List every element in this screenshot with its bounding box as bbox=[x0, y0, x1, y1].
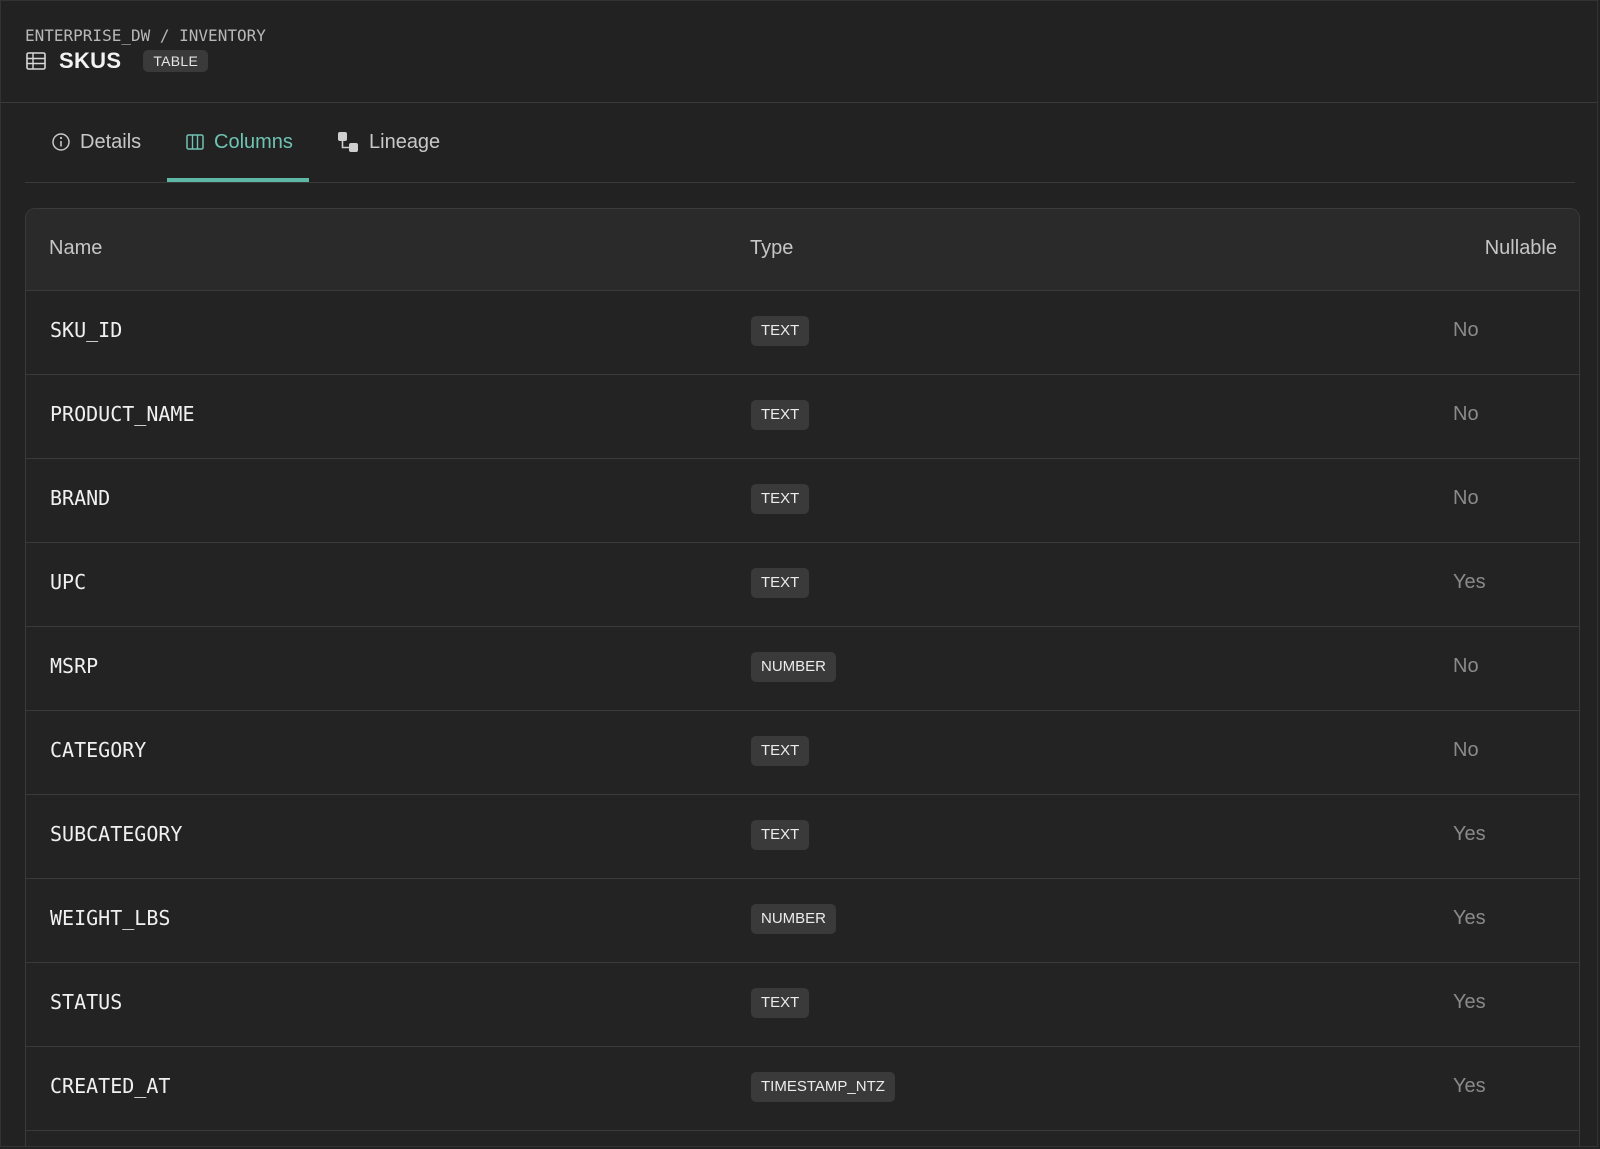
tab-details[interactable]: Details bbox=[51, 102, 141, 182]
breadcrumb-separator: / bbox=[159, 26, 170, 45]
table-row[interactable]: STATUS TEXT Yes bbox=[26, 962, 1579, 1047]
column-header-type[interactable]: Type bbox=[750, 237, 793, 260]
table-row[interactable]: MSRP NUMBER No bbox=[26, 626, 1579, 711]
title-row: SKUS TABLE bbox=[25, 48, 209, 74]
page-title: SKUS bbox=[59, 48, 122, 73]
breadcrumb-schema[interactable]: INVENTORY bbox=[179, 26, 266, 45]
column-name: BRAND bbox=[50, 486, 111, 510]
breadcrumb: ENTERPRISE_DW / INVENTORY bbox=[25, 26, 266, 45]
column-name: MSRP bbox=[50, 654, 99, 678]
column-name: SKU_ID bbox=[50, 318, 123, 342]
column-name: UPC bbox=[50, 570, 87, 594]
column-type-badge: NUMBER bbox=[751, 904, 837, 934]
column-type-badge: TEXT bbox=[751, 316, 810, 346]
table-header: Name Type Nullable bbox=[26, 209, 1579, 291]
table-row[interactable]: UPC TEXT Yes bbox=[26, 542, 1579, 627]
column-type-badge: TEXT bbox=[751, 736, 810, 766]
table-row[interactable]: WEIGHT_LBS NUMBER Yes bbox=[26, 878, 1579, 963]
column-type-badge: TEXT bbox=[751, 484, 810, 514]
column-name: WEIGHT_LBS bbox=[50, 906, 171, 930]
column-type-badge: TEXT bbox=[751, 820, 810, 850]
table-row[interactable]: BRAND TEXT No bbox=[26, 458, 1579, 543]
column-type-badge: NUMBER bbox=[751, 652, 837, 682]
app-frame: ENTERPRISE_DW / INVENTORY SKUS TABLE Det… bbox=[0, 0, 1598, 1147]
table-row[interactable]: CATEGORY TEXT No bbox=[26, 710, 1579, 795]
column-nullable: Yes bbox=[1453, 907, 1486, 929]
column-name: CREATED_AT bbox=[50, 1074, 171, 1098]
column-name: CATEGORY bbox=[50, 738, 147, 762]
column-nullable: No bbox=[1453, 487, 1479, 509]
column-nullable: No bbox=[1453, 403, 1479, 425]
table-row[interactable]: SKU_ID TEXT No bbox=[26, 290, 1579, 375]
columns-icon bbox=[185, 132, 205, 152]
active-tab-indicator bbox=[167, 178, 309, 182]
table-row[interactable]: CREATED_AT TIMESTAMP_NTZ Yes bbox=[26, 1046, 1579, 1131]
column-header-name[interactable]: Name bbox=[49, 237, 102, 260]
tab-columns[interactable]: Columns bbox=[185, 102, 293, 182]
breadcrumb-database[interactable]: ENTERPRISE_DW bbox=[25, 26, 150, 45]
columns-table: Name Type Nullable SKU_ID TEXT No PRODUC… bbox=[25, 208, 1580, 1146]
object-header: ENTERPRISE_DW / INVENTORY SKUS TABLE bbox=[1, 1, 1597, 103]
tab-lineage-label: Lineage bbox=[369, 130, 441, 153]
tab-columns-label: Columns bbox=[214, 130, 293, 153]
column-type-badge: TEXT bbox=[751, 988, 810, 1018]
column-header-nullable[interactable]: Nullable bbox=[1485, 237, 1557, 260]
column-type-badge: TEXT bbox=[751, 400, 810, 430]
column-nullable: Yes bbox=[1453, 1075, 1486, 1097]
tab-details-label: Details bbox=[80, 130, 142, 153]
column-name: SUBCATEGORY bbox=[50, 822, 183, 846]
info-circle-icon bbox=[51, 132, 71, 152]
column-nullable: Yes bbox=[1453, 991, 1486, 1013]
column-nullable: No bbox=[1453, 655, 1479, 677]
tab-lineage[interactable]: Lineage bbox=[336, 102, 440, 182]
column-name: STATUS bbox=[50, 990, 123, 1014]
column-nullable: Yes bbox=[1453, 571, 1486, 593]
column-nullable: No bbox=[1453, 319, 1479, 341]
object-kind-badge: TABLE bbox=[143, 50, 209, 72]
table-row[interactable]: SUBCATEGORY TEXT Yes bbox=[26, 794, 1579, 879]
column-name: PRODUCT_NAME bbox=[50, 402, 195, 426]
column-type-badge: TEXT bbox=[751, 568, 810, 598]
table-row[interactable]: PRODUCT_NAME TEXT No bbox=[26, 374, 1579, 459]
tab-bar: Details Columns Lineage bbox=[25, 102, 1575, 183]
table-grid-icon bbox=[25, 50, 47, 72]
column-nullable: No bbox=[1453, 739, 1479, 761]
lineage-icon bbox=[336, 130, 360, 154]
column-type-badge: TIMESTAMP_NTZ bbox=[751, 1072, 895, 1102]
column-nullable: Yes bbox=[1453, 823, 1486, 845]
